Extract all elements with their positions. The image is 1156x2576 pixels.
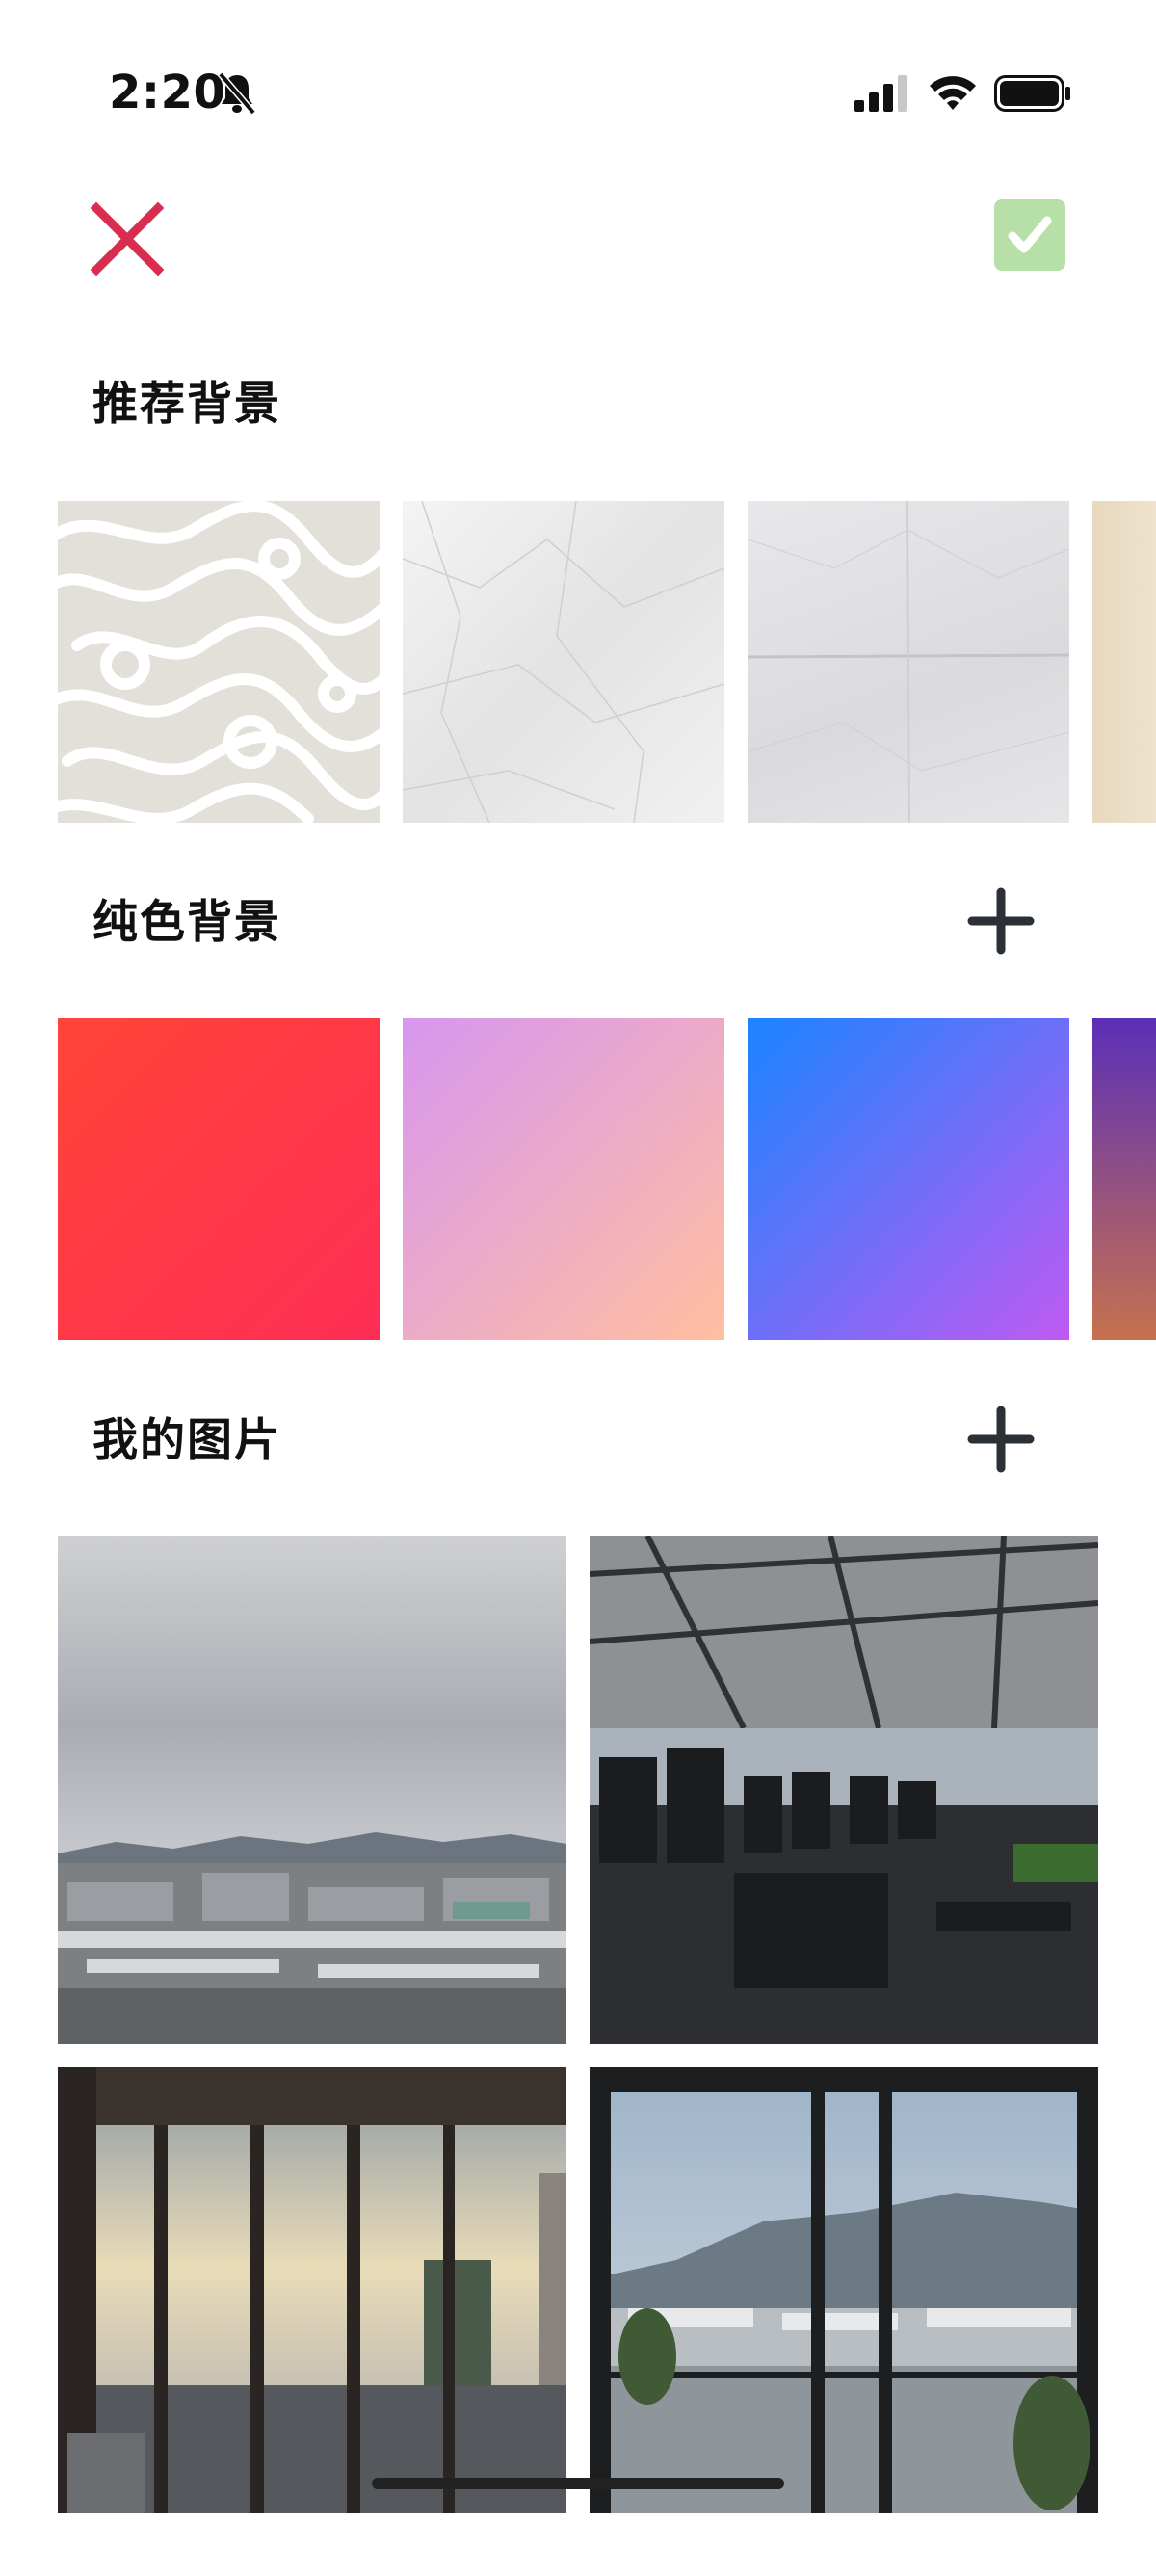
home-indicator: [372, 2478, 784, 2489]
solid-backgrounds-row[interactable]: [0, 1018, 1156, 1340]
my-image-cloudy-city[interactable]: [58, 1536, 566, 2044]
add-solid-background-button[interactable]: [966, 886, 1036, 956]
close-icon[interactable]: [89, 200, 166, 277]
my-image-window-city-view[interactable]: [590, 2067, 1098, 2576]
crumpled-paper-image: [403, 501, 724, 823]
section-title-recommended: 推荐背景: [92, 378, 281, 431]
confirm-button[interactable]: [994, 199, 1065, 271]
solid-background-blue-purple[interactable]: [748, 1018, 1069, 1340]
battery-icon: [994, 75, 1070, 112]
section-title-my-images: 我的图片: [92, 1414, 281, 1467]
photo-window-city-view: [590, 2067, 1098, 2513]
background-swirl-pattern[interactable]: [58, 501, 380, 823]
status-time: 2:20: [109, 66, 226, 119]
checkmark-icon: [1008, 216, 1052, 253]
add-image-button[interactable]: [966, 1405, 1036, 1474]
photo-gym: [590, 1536, 1098, 2044]
my-image-gym[interactable]: [590, 1536, 1098, 2044]
solid-background-purple-orange[interactable]: [1092, 1018, 1156, 1340]
photo-gym-window-sunset: [58, 2067, 566, 2513]
my-image-gym-window-sunset[interactable]: [58, 2067, 566, 2576]
recommended-backgrounds-row[interactable]: [0, 501, 1156, 823]
folded-paper-image: [748, 501, 1069, 823]
background-folded-paper[interactable]: [748, 501, 1069, 823]
bell-slash-icon: [218, 71, 256, 116]
cellular-signal-icon: [854, 75, 907, 112]
solid-background-red[interactable]: [58, 1018, 380, 1340]
background-vintage-paper[interactable]: [1092, 501, 1156, 823]
swirl-pattern-image: [58, 501, 380, 823]
solid-background-pink[interactable]: [403, 1018, 724, 1340]
section-title-solid: 纯色背景: [92, 896, 281, 949]
wifi-icon: [930, 76, 976, 110]
photo-cloudy-city: [58, 1536, 566, 2044]
background-crumpled-paper[interactable]: [403, 501, 724, 823]
